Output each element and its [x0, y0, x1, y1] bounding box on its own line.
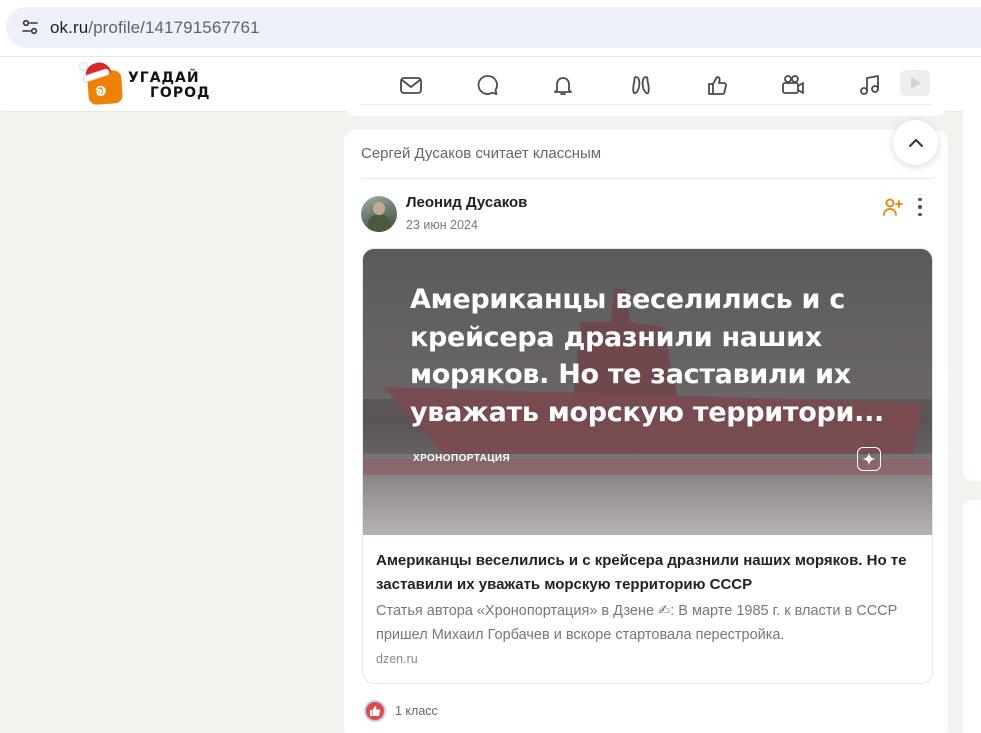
link-preview-card[interactable]: Американцы веселились и с крейсера дразн…	[362, 248, 933, 684]
link-title[interactable]: Американцы веселились и с крейсера дразн…	[376, 549, 924, 597]
video-call-icon[interactable]	[779, 71, 807, 99]
divider	[361, 178, 933, 179]
chevron-up-icon	[908, 138, 923, 147]
logo-text: УГАДАЙ ГОРОД	[128, 70, 211, 101]
guests-icon[interactable]	[627, 71, 655, 99]
music-icon[interactable]	[856, 71, 884, 99]
more-options-icon[interactable]	[914, 196, 926, 218]
previous-post-card	[344, 96, 948, 116]
post-date[interactable]: 23 июн 2024	[406, 218, 478, 232]
preview-headline: Американцы веселились и с крейсера дразн…	[410, 284, 884, 428]
ok-logo[interactable]: ꭷ УГАДАЙ ГОРОД	[80, 59, 211, 107]
bell-icon[interactable]	[549, 71, 577, 99]
scroll-to-top-button[interactable]	[893, 120, 938, 165]
link-domain: dzen.ru	[376, 652, 418, 666]
video-icon[interactable]	[900, 70, 930, 96]
preview-source-label: ХРОНОПОРТАЦИЯ	[413, 453, 511, 464]
feed-post-card: Сергей Дусаков считает классным Леонид Д…	[344, 130, 948, 733]
likes-summary[interactable]: 1 класс	[364, 700, 438, 722]
address-bar[interactable]: ok.ru/profile/141791567761	[6, 7, 981, 48]
likes-count: 1 класс	[395, 704, 438, 718]
add-friend-icon[interactable]	[882, 197, 904, 217]
right-column-lower	[963, 500, 981, 733]
author-name[interactable]: Леонид Дусаков	[406, 194, 527, 211]
like-icon[interactable]	[703, 71, 731, 99]
url-host: ok.ru	[50, 18, 89, 37]
avatar[interactable]	[361, 196, 397, 232]
right-column	[963, 111, 981, 481]
link-description: Статья автора «Хронопортация» в Дзене ✍:…	[376, 603, 898, 643]
url-text[interactable]: ok.ru/profile/141791567761	[50, 18, 260, 38]
activity-text[interactable]: Сергей Дусаков считает классным	[361, 145, 601, 162]
site-info-icon[interactable]	[20, 17, 40, 37]
url-path: /profile/141791567761	[88, 18, 260, 37]
chat-icon[interactable]	[474, 71, 502, 99]
divider	[360, 104, 932, 105]
mail-icon[interactable]	[397, 71, 425, 99]
dzen-logo-icon	[857, 447, 881, 471]
browser-toolbar: ok.ru/profile/141791567761	[0, 0, 981, 57]
article-preview-image[interactable]: Американцы веселились и с крейсера дразн…	[363, 249, 932, 535]
class-like-icon	[364, 700, 386, 722]
